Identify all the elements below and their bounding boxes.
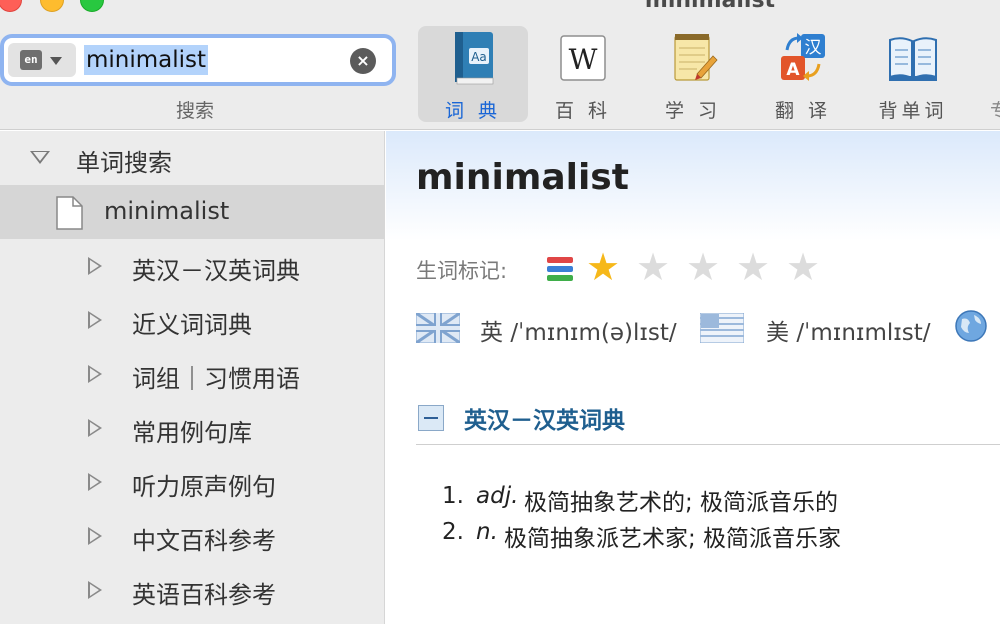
search-input[interactable]: minimalist — [84, 45, 209, 75]
svg-text:A: A — [786, 60, 800, 80]
tab-dictionary[interactable]: Aa 词 典 — [418, 26, 528, 122]
disclosure-closed-icon[interactable] — [88, 311, 102, 329]
tab-encyclopedia[interactable]: W 百 科 — [528, 26, 638, 122]
section-header-en-zh: 英汉－汉英词典 — [416, 397, 1000, 445]
collapse-section-button[interactable] — [418, 405, 444, 431]
disclosure-closed-icon[interactable] — [88, 527, 102, 545]
word-mark-label: 生词标记: — [416, 259, 508, 283]
sidebar: 单词搜索 minimalist 英汉－汉英词典 近义词词典 词组｜习惯用语 常用… — [0, 131, 385, 624]
us-pronunciation[interactable]: 美 /ˈmɪnɪmlɪst/ — [766, 313, 931, 347]
uk-ipa: /ˈmɪnɪm(ə)lɪst/ — [510, 320, 677, 346]
rating-star-4-icon[interactable]: ★ — [736, 247, 770, 287]
dictionary-book-icon: Aa — [455, 32, 494, 85]
sidebar-item-synonyms[interactable]: 近义词词典 — [0, 293, 385, 347]
sidebar-item-chinese-encyclopedia[interactable]: 中文百科参考 — [0, 509, 385, 563]
sidebar-item-label: 常用例句库 — [132, 419, 252, 447]
rating-star-5-icon[interactable]: ★ — [786, 247, 820, 287]
headword: minimalist — [416, 157, 629, 198]
tab-encyclopedia-label: 百 科 — [554, 100, 612, 122]
definition-number: 1. — [442, 483, 464, 509]
tab-study-label: 学 习 — [664, 100, 722, 122]
sidebar-item-label: 英语百科参考 — [132, 581, 276, 609]
svg-text:Aa: Aa — [471, 50, 487, 64]
definition-number: 2. — [442, 519, 464, 545]
language-selector[interactable]: en — [8, 43, 76, 77]
svg-text:W: W — [569, 43, 598, 76]
sidebar-item-audio-examples[interactable]: 听力原声例句 — [0, 455, 385, 509]
us-ipa: /ˈmɪnɪmlɪst/ — [796, 320, 931, 346]
sidebar-item-selected-word[interactable]: minimalist — [0, 185, 385, 239]
toolbar: minimalist en minimalist × 搜索 Aa 词 典 W 百… — [0, 0, 1000, 130]
sidebar-item-label: minimalist — [104, 197, 230, 225]
tab-vocabulary-label: 背单词 — [878, 100, 948, 122]
definition-part-of-speech: adj. — [476, 483, 519, 509]
section-title: 英汉－汉英词典 — [464, 408, 625, 434]
sidebar-item-example-sentences[interactable]: 常用例句库 — [0, 401, 385, 455]
tab-vocabulary[interactable]: 背单词 — [858, 26, 968, 122]
sidebar-group-label: 单词搜索 — [76, 149, 172, 177]
rating-star-2-icon[interactable]: ★ — [636, 247, 670, 287]
notepad-pencil-icon — [674, 34, 718, 81]
tab-translate-label: 翻 译 — [774, 100, 832, 122]
tab-study[interactable]: 学 习 — [638, 26, 748, 122]
definition-part-of-speech: n. — [476, 519, 498, 545]
window-title: minimalist — [644, 0, 776, 13]
definition-text: 极简抽象艺术的; 极简派音乐的 — [524, 490, 839, 516]
definition-text: 极简抽象派艺术家; 极简派音乐家 — [504, 526, 842, 552]
close-icon: × — [356, 51, 370, 70]
wikipedia-icon: W — [560, 35, 606, 81]
uk-flag-icon[interactable] — [416, 313, 460, 343]
uk-region-label: 英 — [480, 320, 503, 346]
entry-panel: minimalist 生词标记: ★ ★ ★ ★ ★ 英 /ˈmɪnɪm(ə)l… — [386, 131, 1000, 624]
chevron-down-icon — [50, 57, 62, 65]
search-field[interactable]: en minimalist × — [0, 34, 396, 86]
svg-text:汉: 汉 — [805, 38, 822, 58]
sidebar-item-label: 听力原声例句 — [132, 473, 276, 501]
zoom-window-button[interactable] — [80, 0, 104, 12]
wordbook-stack-icon[interactable] — [546, 255, 574, 283]
sidebar-item-label: 近义词词典 — [132, 311, 252, 339]
us-flag-icon[interactable] — [700, 313, 744, 343]
minimize-window-button[interactable] — [40, 0, 64, 12]
disclosure-closed-icon[interactable] — [88, 257, 102, 275]
tab-more-label[interactable]: 专 — [990, 96, 1000, 123]
language-code-icon: en — [20, 50, 42, 70]
sidebar-item-label: 英汉－汉英词典 — [132, 257, 300, 285]
disclosure-closed-icon[interactable] — [88, 419, 102, 437]
disclosure-closed-icon[interactable] — [88, 365, 102, 383]
globe-icon[interactable] — [954, 309, 988, 343]
search-caption: 搜索 — [175, 100, 214, 122]
us-region-label: 美 — [766, 320, 789, 346]
document-icon — [56, 196, 83, 230]
close-window-button[interactable] — [0, 0, 22, 12]
sidebar-group-word-search[interactable]: 单词搜索 — [0, 131, 385, 185]
open-book-icon — [889, 37, 937, 81]
tab-dictionary-label: 词 典 — [444, 100, 502, 122]
tab-translate[interactable]: 汉 A 翻 译 — [748, 26, 858, 122]
sidebar-item-label: 中文百科参考 — [132, 527, 276, 555]
sidebar-item-english-encyclopedia[interactable]: 英语百科参考 — [0, 563, 385, 617]
rating-star-3-icon[interactable]: ★ — [686, 247, 720, 287]
sidebar-item-label: 词组｜习惯用语 — [132, 365, 300, 393]
clear-search-button[interactable]: × — [350, 48, 376, 74]
sidebar-item-en-zh-dictionary[interactable]: 英汉－汉英词典 — [0, 239, 385, 293]
disclosure-closed-icon[interactable] — [88, 581, 102, 599]
disclosure-closed-icon[interactable] — [88, 473, 102, 491]
translate-icon: 汉 A — [781, 33, 825, 81]
uk-pronunciation[interactable]: 英 /ˈmɪnɪm(ə)lɪst/ — [480, 313, 677, 347]
disclosure-open-icon[interactable] — [30, 151, 50, 164]
rating-star-1-icon[interactable]: ★ — [586, 247, 620, 287]
sidebar-item-phrases[interactable]: 词组｜习惯用语 — [0, 347, 385, 401]
